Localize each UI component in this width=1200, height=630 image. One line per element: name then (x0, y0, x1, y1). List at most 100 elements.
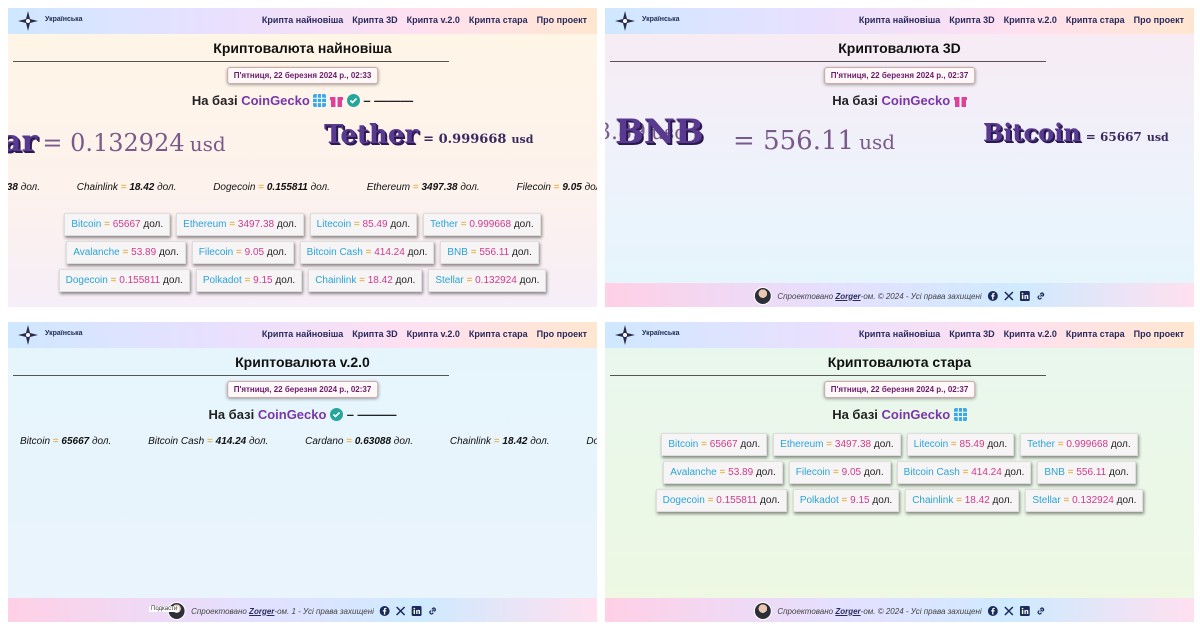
footer: Спроектовано Zorger-ом. © 2024 - Усі пра… (605, 598, 1194, 622)
x-icon[interactable] (396, 606, 406, 616)
author-link[interactable]: Zorger (249, 607, 274, 616)
coin-name: Bitcoin (668, 439, 699, 450)
coin-card[interactable]: Stellar = 0.132924 дол. (1025, 489, 1144, 512)
link-icon[interactable] (1036, 291, 1046, 301)
nav-link-v2[interactable]: Крипта v.2.0 (407, 329, 460, 339)
coin-card[interactable]: Dogecoin = 0.155811 дол. (655, 489, 787, 512)
coin-card[interactable]: Chainlink = 18.42 дол. (905, 489, 1020, 512)
facebook-icon[interactable] (987, 606, 998, 616)
coin-card-grid: Bitcoin = 65667 дол. Ethereum = 3497.38 д… (8, 213, 597, 292)
author-link[interactable]: Zorger (835, 607, 860, 616)
coin-card[interactable]: Bitcoin = 65667 дол. (64, 213, 171, 236)
equals-sign: = (838, 495, 851, 506)
link-icon[interactable] (1036, 606, 1046, 616)
nav-link-old[interactable]: Крипта стара (1066, 15, 1125, 25)
language-label[interactable]: Українська (45, 16, 83, 23)
grid-icon[interactable] (313, 94, 327, 107)
compass-logo-icon[interactable] (615, 11, 635, 31)
coin-card[interactable]: Filecoin = 9.05 дол. (788, 461, 891, 484)
coin-card[interactable]: Polkadot = 9.15 дол. (792, 489, 900, 512)
grid-icon[interactable] (953, 408, 967, 421)
coin-card[interactable]: Ethereum = 3497.38 дол. (773, 433, 901, 456)
linkedin-icon[interactable] (1019, 291, 1030, 301)
coingecko-link[interactable]: CoinGecko (882, 407, 951, 422)
coin-card[interactable]: Dogecoin = 0.155811 дол. (58, 269, 190, 292)
link-icon[interactable] (428, 606, 438, 616)
gift-icon[interactable] (953, 94, 967, 107)
coin-card[interactable]: Litecoin = 85.49 дол. (309, 213, 418, 236)
compass-logo-icon[interactable] (615, 325, 635, 345)
nav-link-v2[interactable]: Крипта v.2.0 (407, 15, 460, 25)
nav-link-newest[interactable]: Крипта найновіша (859, 15, 940, 25)
nav-links: Крипта найновіша Крипта 3D Крипта v.2.0 … (262, 15, 587, 25)
check-icon[interactable] (346, 94, 360, 107)
nav-link-v2[interactable]: Крипта v.2.0 (1004, 329, 1057, 339)
currency-label: дол. (266, 247, 287, 258)
equals-sign: = (356, 275, 368, 286)
facebook-icon[interactable] (987, 291, 998, 301)
coingecko-link[interactable]: CoinGecko (882, 93, 951, 108)
nav-link-3d[interactable]: Крипта 3D (352, 329, 397, 339)
facebook-icon[interactable] (379, 606, 390, 616)
nav-link-newest[interactable]: Крипта найновіша (262, 15, 343, 25)
check-icon[interactable] (330, 408, 344, 421)
nav-link-3d[interactable]: Крипта 3D (949, 329, 994, 339)
coin-card[interactable]: Avalanche = 53.89 дол. (663, 461, 783, 484)
nav-link-old[interactable]: Крипта стара (469, 15, 528, 25)
language-label[interactable]: Українська (45, 330, 83, 337)
coin-name: Ethereum (183, 219, 227, 230)
ticker-item: Bitcoin = 65667 дол. (20, 436, 112, 447)
language-label[interactable]: Українська (642, 330, 680, 337)
coin-card[interactable]: Chainlink = 18.42 дол. (308, 269, 423, 292)
nav-link-about[interactable]: Про проект (537, 15, 587, 25)
coin-card[interactable]: Bitcoin Cash = 414.24 дол. (896, 461, 1032, 484)
nav-link-newest[interactable]: Крипта найновіша (262, 329, 343, 339)
coin-card[interactable]: Stellar = 0.132924 дол. (428, 269, 547, 292)
language-label[interactable]: Українська (642, 16, 680, 23)
coin-card[interactable]: Tether = 0.999668 дол. (423, 213, 541, 236)
nav-link-v2[interactable]: Крипта v.2.0 (1004, 15, 1057, 25)
equals-sign: = (463, 275, 476, 286)
coingecko-link[interactable]: CoinGecko (258, 407, 327, 422)
big-coin-unit: usd (859, 130, 896, 154)
nav-link-about[interactable]: Про проект (1134, 15, 1184, 25)
coin-card[interactable]: Avalanche = 53.89 дол. (66, 241, 186, 264)
author-avatar[interactable] (753, 602, 772, 620)
nav-link-3d[interactable]: Крипта 3D (352, 15, 397, 25)
currency-label: дол. (276, 219, 297, 230)
currency-label: дол. (760, 495, 780, 506)
coingecko-link[interactable]: CoinGecko (241, 93, 310, 108)
nav-link-newest[interactable]: Крипта найновіша (859, 329, 940, 339)
coin-value: 0.132924 (1072, 495, 1114, 506)
coin-name: Litecoin (913, 439, 949, 450)
coin-card[interactable]: Bitcoin Cash = 414.24 дол. (299, 241, 435, 264)
coin-card[interactable]: Filecoin = 9.05 дол. (191, 241, 294, 264)
coin-card[interactable]: Polkadot = 9.15 дол. (195, 269, 303, 292)
coin-name: Stellar (435, 275, 464, 286)
coin-value: 414.24 (971, 467, 1002, 478)
nav-link-about[interactable]: Про проект (537, 329, 587, 339)
x-icon[interactable] (1004, 606, 1014, 616)
coin-card[interactable]: Bitcoin = 65667 дол. (661, 433, 768, 456)
coin-card[interactable]: Litecoin = 85.49 дол. (906, 433, 1015, 456)
coin-card[interactable]: Tether = 0.999668 дол. (1020, 433, 1138, 456)
coin-card[interactable]: BNB = 556.11 дол. (1037, 461, 1136, 484)
compass-logo-icon[interactable] (18, 325, 38, 345)
nav-link-3d[interactable]: Крипта 3D (949, 15, 994, 25)
compass-logo-icon[interactable] (18, 11, 38, 31)
coin-card[interactable]: Ethereum = 3497.38 дол. (176, 213, 304, 236)
dash-separator: – ——— (346, 407, 397, 422)
coin-value: 0.155811 (716, 495, 758, 506)
nav-link-old[interactable]: Крипта стара (1066, 329, 1125, 339)
author-avatar[interactable] (753, 287, 772, 305)
nav-link-about[interactable]: Про проект (1134, 329, 1184, 339)
coin-card[interactable]: BNB = 556.11 дол. (440, 241, 539, 264)
linkedin-icon[interactable] (1019, 606, 1030, 616)
coin-value: 0.155811 (119, 275, 161, 286)
gift-icon[interactable] (330, 94, 344, 107)
nav-link-old[interactable]: Крипта стара (469, 329, 528, 339)
author-link[interactable]: Zorger (835, 292, 860, 301)
x-icon[interactable] (1004, 291, 1014, 301)
linkedin-icon[interactable] (411, 606, 422, 616)
coin-name: Bitcoin Cash (903, 467, 960, 478)
